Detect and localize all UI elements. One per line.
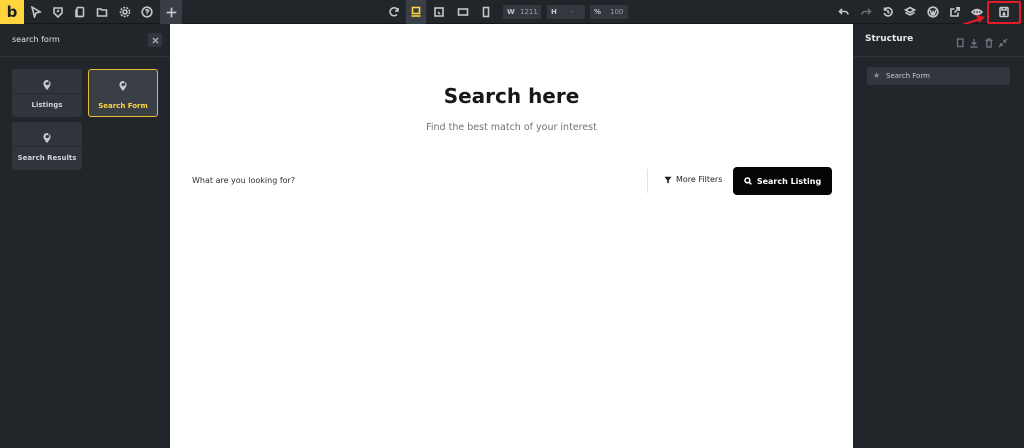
search-icon [744, 177, 752, 185]
structure-header: Structure [853, 24, 1024, 57]
folder-icon[interactable] [93, 3, 111, 21]
tablet-landscape-icon[interactable] [430, 3, 448, 21]
filter-icon [664, 176, 672, 183]
structure-title: Structure [865, 34, 914, 44]
element-search: search form [0, 24, 170, 57]
width-field[interactable]: W 1211 [503, 5, 541, 19]
more-filters-label: More Filters [676, 175, 723, 184]
height-field[interactable]: H - [547, 5, 585, 19]
desktop-breakpoint-icon[interactable] [406, 0, 426, 24]
pin-search-icon [12, 69, 82, 91]
element-card-label: Search Results [17, 154, 77, 162]
search-listing-button[interactable]: Search Listing [733, 167, 832, 195]
pin-search-icon [12, 122, 82, 144]
element-card-listings[interactable]: Listings [12, 69, 82, 117]
shield-icon[interactable] [49, 3, 67, 21]
search-keyword-input[interactable]: What are you looking for? [192, 176, 295, 185]
element-card-label: Listings [31, 101, 63, 109]
mobile-icon[interactable] [477, 3, 495, 21]
star-icon: ★ [873, 71, 881, 80]
collapse-icon[interactable] [998, 35, 1008, 48]
structure-panel: Structure ★ Search Form [853, 24, 1024, 448]
element-search-input[interactable]: search form [12, 35, 60, 44]
select-cursor-icon[interactable] [27, 3, 45, 21]
pages-icon[interactable] [71, 3, 89, 21]
download-icon[interactable] [969, 35, 979, 48]
top-toolbar: b W 1211 H - % 100 [0, 0, 1024, 24]
page-heading: Search here [443, 84, 580, 108]
divider [647, 169, 648, 193]
copy-icon[interactable] [955, 35, 965, 48]
help-icon[interactable] [138, 3, 156, 21]
element-card-search-form[interactable]: Search Form [88, 69, 158, 117]
close-icon [151, 36, 159, 44]
layers-icon[interactable] [901, 3, 919, 21]
brand-logo[interactable]: b [0, 0, 24, 24]
history-icon[interactable] [879, 3, 897, 21]
add-element-button[interactable] [160, 0, 182, 24]
trash-icon[interactable] [984, 35, 994, 48]
clear-search-button[interactable] [148, 33, 162, 47]
highlight-box [987, 1, 1021, 24]
structure-item-label: Search Form [886, 72, 930, 80]
tablet-portrait-icon[interactable] [454, 3, 472, 21]
element-card-label: Search Form [98, 102, 148, 110]
search-listing-label: Search Listing [756, 176, 822, 186]
structure-item-search-form[interactable]: ★ Search Form [867, 67, 1010, 85]
undo-icon[interactable] [835, 3, 853, 21]
refresh-icon[interactable] [385, 3, 403, 21]
element-card-search-results[interactable]: Search Results [12, 122, 82, 170]
more-filters-button[interactable]: More Filters [664, 175, 722, 184]
elements-panel: search form Listings Search Form Search … [0, 24, 170, 448]
gear-icon[interactable] [116, 3, 134, 21]
page-subheading: Find the best match of your interest [426, 122, 597, 133]
search-form: What are you looking for? More Filters S… [192, 167, 832, 195]
zoom-field[interactable]: % 100 [590, 5, 628, 19]
builder-canvas[interactable]: Search here Find the best match of your … [170, 24, 853, 448]
redo-icon[interactable] [857, 3, 875, 21]
pin-search-icon [89, 70, 157, 92]
